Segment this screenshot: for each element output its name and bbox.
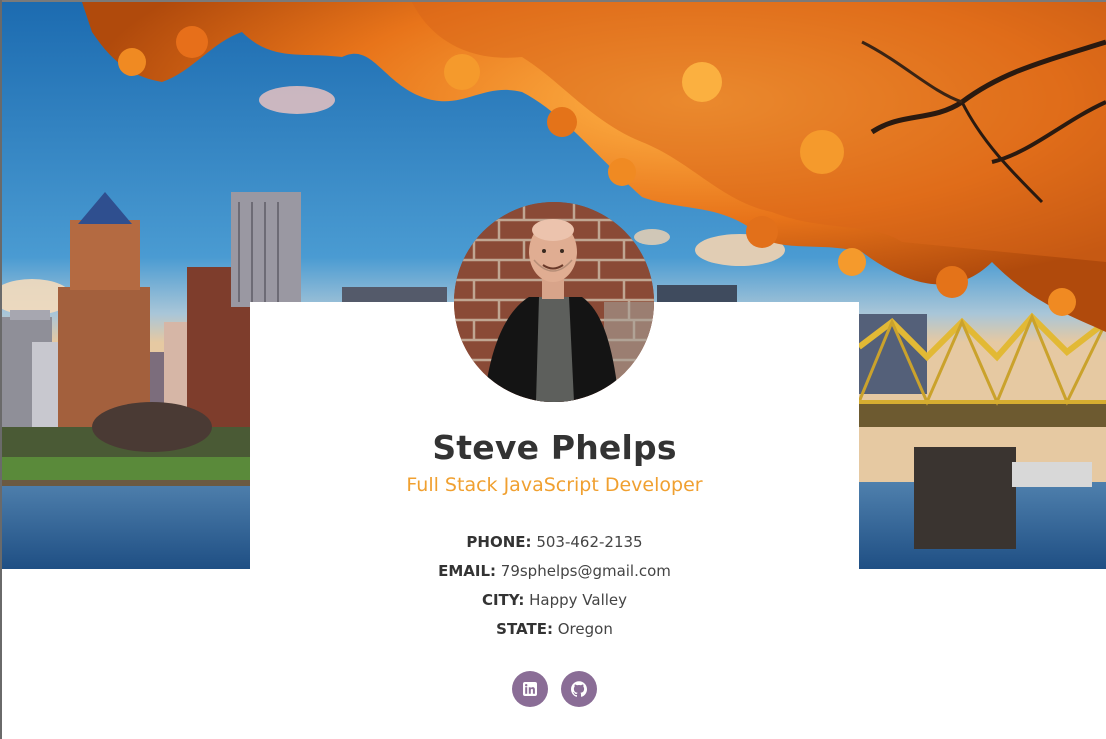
github-icon <box>571 681 587 697</box>
contact-state: STATE: Oregon <box>250 620 859 638</box>
github-button[interactable] <box>561 671 597 707</box>
phone-value: 503-462-2135 <box>536 533 643 551</box>
phone-label: PHONE: <box>466 533 532 551</box>
state-label: STATE: <box>496 620 553 638</box>
window-top-border <box>0 0 1106 2</box>
contact-city: CITY: Happy Valley <box>250 591 859 609</box>
profile-name: Steve Phelps <box>432 428 677 467</box>
state-value: Oregon <box>557 620 613 638</box>
profile-avatar <box>454 202 654 402</box>
contact-phone: PHONE: 503-462-2135 <box>250 533 859 551</box>
linkedin-icon <box>523 682 537 696</box>
profile-title: Full Stack JavaScript Developer <box>406 474 703 496</box>
contact-email: EMAIL: 79sphelps@gmail.com <box>250 562 859 580</box>
linkedin-button[interactable] <box>512 671 548 707</box>
window-left-border <box>0 0 2 739</box>
email-value: 79sphelps@gmail.com <box>500 562 671 580</box>
email-label: EMAIL: <box>438 562 496 580</box>
city-label: CITY: <box>481 591 525 609</box>
city-value: Happy Valley <box>529 591 628 609</box>
page: Steve Phelps Full Stack JavaScript Devel… <box>0 0 1106 739</box>
